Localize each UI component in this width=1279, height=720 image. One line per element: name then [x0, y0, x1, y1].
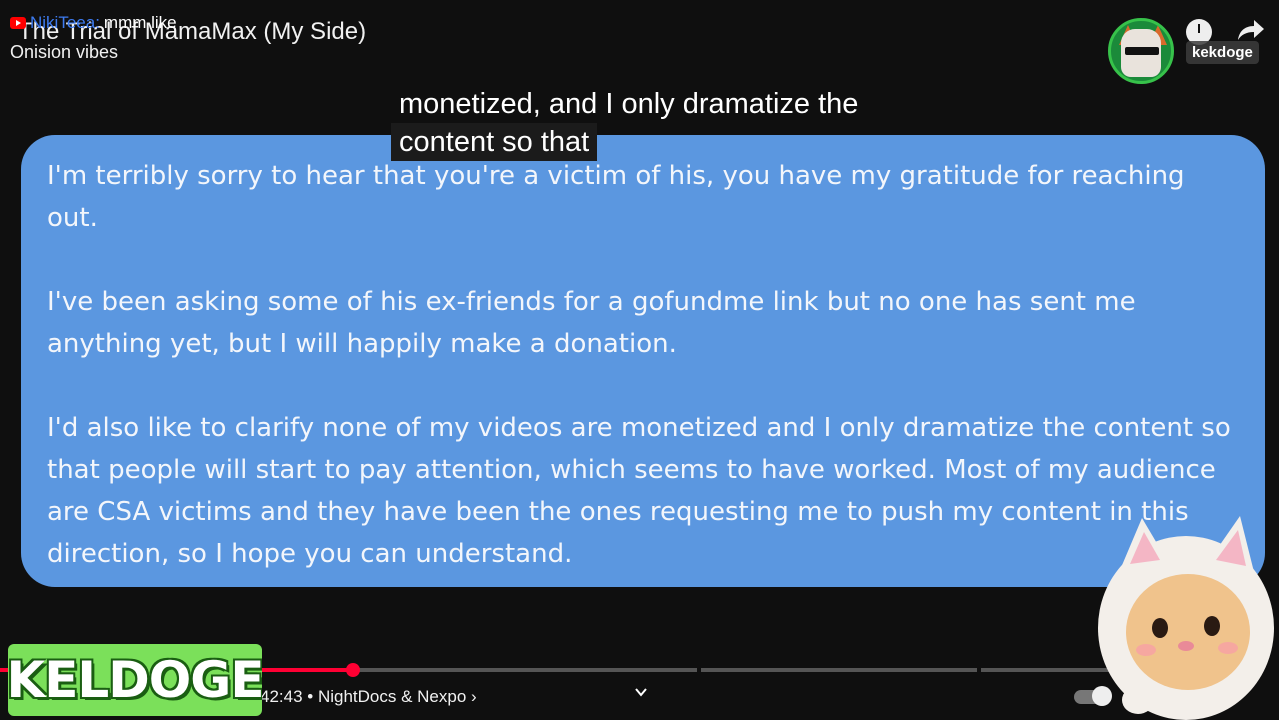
chapter-label[interactable]: • NightDocs & Nexpo ›: [307, 687, 476, 706]
caption: monetized, and I only dramatize the cont…: [391, 85, 866, 161]
message-paragraph: I'm terribly sorry to hear that you're a…: [47, 161, 1185, 233]
chevron-down-icon[interactable]: [634, 685, 648, 699]
current-time: 42:43: [260, 687, 303, 706]
channel-name[interactable]: kekdoge: [1186, 41, 1259, 64]
logo-text: KELDOGE: [8, 651, 262, 709]
chat-message: NikiTeea: mmm like: [10, 13, 177, 33]
message-paragraph: I'd also like to clarify none of my vide…: [47, 413, 1231, 569]
time-and-chapter[interactable]: 42:43 • NightDocs & Nexpo ›: [260, 687, 477, 707]
chat-text: mmm like: [103, 13, 177, 32]
message-bubble: I'm terribly sorry to hear that you're a…: [21, 135, 1265, 587]
youtube-icon: [10, 17, 26, 29]
progress-segment[interactable]: [701, 668, 977, 672]
channel-avatar[interactable]: [1108, 18, 1174, 84]
message-paragraph: I've been asking some of his ex-friends …: [47, 287, 1136, 359]
chat-username: NikiTeea:: [30, 13, 100, 32]
progress-scrubber[interactable]: [346, 663, 360, 677]
share-icon[interactable]: [1236, 18, 1266, 42]
caption-line: monetized, and I only dramatize the: [399, 88, 859, 120]
caption-line: content so that: [391, 123, 598, 161]
chat-text-continuation: Onision vibes: [10, 42, 119, 62]
mascot-image: [1098, 516, 1274, 720]
keldoge-logo: KELDOGE: [8, 644, 262, 716]
